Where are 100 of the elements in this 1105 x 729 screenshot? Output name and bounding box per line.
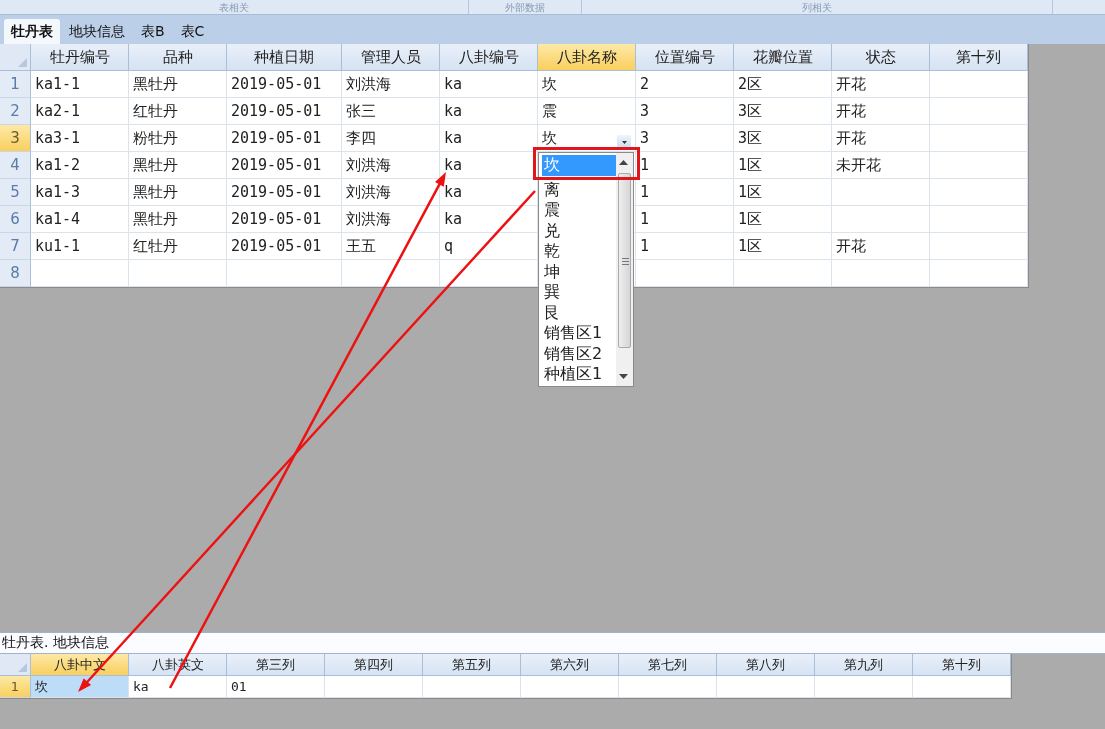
ribbon-group-label: 外部数据 <box>505 2 545 14</box>
table-cell: 张三 <box>342 98 440 125</box>
table-cell: ka1-2 <box>31 152 129 179</box>
row-header[interactable]: 5 <box>0 179 31 206</box>
column-header[interactable]: 状态 <box>832 44 930 71</box>
sheet-tab[interactable]: 地块信息 <box>62 19 132 44</box>
dropdown-option[interactable]: 兑 <box>542 220 616 241</box>
column-header[interactable]: 第四列 <box>325 654 423 676</box>
table-cell: 1区 <box>734 233 832 260</box>
column-header[interactable]: 花瓣位置 <box>734 44 832 71</box>
table-cell: 01 <box>227 676 325 698</box>
table-cell: 3 <box>636 125 734 152</box>
table-cell: 黑牡丹 <box>129 206 227 233</box>
dropdown-option[interactable]: 销售区2 <box>542 343 616 364</box>
table-cell: 刘洪海 <box>342 71 440 98</box>
table-cell: 3 <box>636 98 734 125</box>
dropdown-option[interactable]: 乾 <box>542 241 616 262</box>
dropdown-option[interactable]: 震 <box>542 200 616 221</box>
ribbon-group-label: 表相关 <box>219 2 249 14</box>
table-cell: 2019-05-01 <box>227 98 342 125</box>
table-cell: 1 <box>636 179 734 206</box>
table-cell: 1区 <box>734 179 832 206</box>
row-header[interactable]: 6 <box>0 206 31 233</box>
sheet-tab[interactable]: 牡丹表 <box>4 19 60 44</box>
table-cell: 黑牡丹 <box>129 71 227 98</box>
dropdown-option[interactable]: 巽 <box>542 282 616 303</box>
table-cell: ka <box>440 125 538 152</box>
scroll-up-icon[interactable] <box>619 160 628 165</box>
dropdown-option[interactable]: 艮 <box>542 302 616 323</box>
table-cell: 2019-05-01 <box>227 233 342 260</box>
table-cell: 粉牡丹 <box>129 125 227 152</box>
table-cell: 未开花 <box>832 152 930 179</box>
table-cell: 2019-05-01 <box>227 179 342 206</box>
table-cell: 红牡丹 <box>129 233 227 260</box>
column-header[interactable]: 第九列 <box>815 654 913 676</box>
table-cell: 开花 <box>832 98 930 125</box>
row-header[interactable]: 2 <box>0 98 31 125</box>
table-cell: 1 <box>636 152 734 179</box>
table-cell: 坎 <box>538 71 636 98</box>
table-cell: ka3-1 <box>31 125 129 152</box>
column-header[interactable]: 管理人员 <box>342 44 440 71</box>
sheet-tab[interactable]: 表B <box>134 19 172 44</box>
scrollbar-thumb[interactable] <box>618 173 631 348</box>
sheet-tab[interactable]: 表C <box>173 19 212 44</box>
table-cell: 开花 <box>832 233 930 260</box>
row-header[interactable]: 3 <box>0 125 31 152</box>
table-cell: ka <box>440 98 538 125</box>
table-cell: 开花 <box>832 125 930 152</box>
column-header[interactable]: 品种 <box>129 44 227 71</box>
grip-icon <box>622 258 629 265</box>
column-header[interactable]: 第三列 <box>227 654 325 676</box>
row-header[interactable]: 4 <box>0 152 31 179</box>
column-header[interactable]: 位置编号 <box>636 44 734 71</box>
table-cell: 震 <box>538 98 636 125</box>
column-header[interactable]: 种植日期 <box>227 44 342 71</box>
table-cell: 2 <box>636 71 734 98</box>
table-cell: 2019-05-01 <box>227 152 342 179</box>
table-cell: 开花 <box>832 71 930 98</box>
table-cell: ku1-1 <box>31 233 129 260</box>
table-cell: 2019-05-01 <box>227 71 342 98</box>
table-cell: ka2-1 <box>31 98 129 125</box>
table-cell: 2019-05-01 <box>227 206 342 233</box>
column-header[interactable]: 第十列 <box>930 44 1028 71</box>
table-cell: ka1-4 <box>31 206 129 233</box>
table-cell: 红牡丹 <box>129 98 227 125</box>
table-cell: ka1-1 <box>31 71 129 98</box>
column-header[interactable]: 第六列 <box>521 654 619 676</box>
table-cell: ka <box>440 71 538 98</box>
scroll-down-icon[interactable] <box>619 374 628 379</box>
column-header[interactable]: 第八列 <box>717 654 815 676</box>
column-header[interactable]: 第十列 <box>913 654 1011 676</box>
table-cell: 1 <box>636 233 734 260</box>
dropdown-option[interactable]: 坤 <box>542 261 616 282</box>
table-cell: 李四 <box>342 125 440 152</box>
column-header[interactable]: 第五列 <box>423 654 521 676</box>
column-header[interactable]: 牡丹编号 <box>31 44 129 71</box>
column-header[interactable]: 八卦名称 <box>538 44 636 71</box>
table-cell: 3区 <box>734 98 832 125</box>
row-header[interactable]: 8 <box>0 260 31 287</box>
dropdown-option[interactable]: 离 <box>542 179 616 200</box>
dropdown-option[interactable]: 种植区1 <box>542 364 616 385</box>
table-cell: 黑牡丹 <box>129 179 227 206</box>
table-cell: 1区 <box>734 152 832 179</box>
row-header[interactable]: 7 <box>0 233 31 260</box>
table-cell: 1区 <box>734 206 832 233</box>
panel-title: 牡丹表. 地块信息 <box>1 634 109 652</box>
table-cell: 坎 <box>31 676 129 698</box>
row-header[interactable]: 1 <box>0 676 31 698</box>
row-header[interactable]: 1 <box>0 71 31 98</box>
table-cell: ka1-3 <box>31 179 129 206</box>
column-header[interactable]: 第七列 <box>619 654 717 676</box>
table-cell: 1 <box>636 206 734 233</box>
ribbon-group-label: 列相关 <box>802 2 832 14</box>
column-header[interactable]: 八卦编号 <box>440 44 538 71</box>
table-cell: 2区 <box>734 71 832 98</box>
caret-icon <box>621 140 627 144</box>
table-cell: 3区 <box>734 125 832 152</box>
table-cell: 坎 <box>542 128 557 148</box>
dropdown-option[interactable]: 销售区1 <box>542 323 616 344</box>
table-cell: 刘洪海 <box>342 152 440 179</box>
